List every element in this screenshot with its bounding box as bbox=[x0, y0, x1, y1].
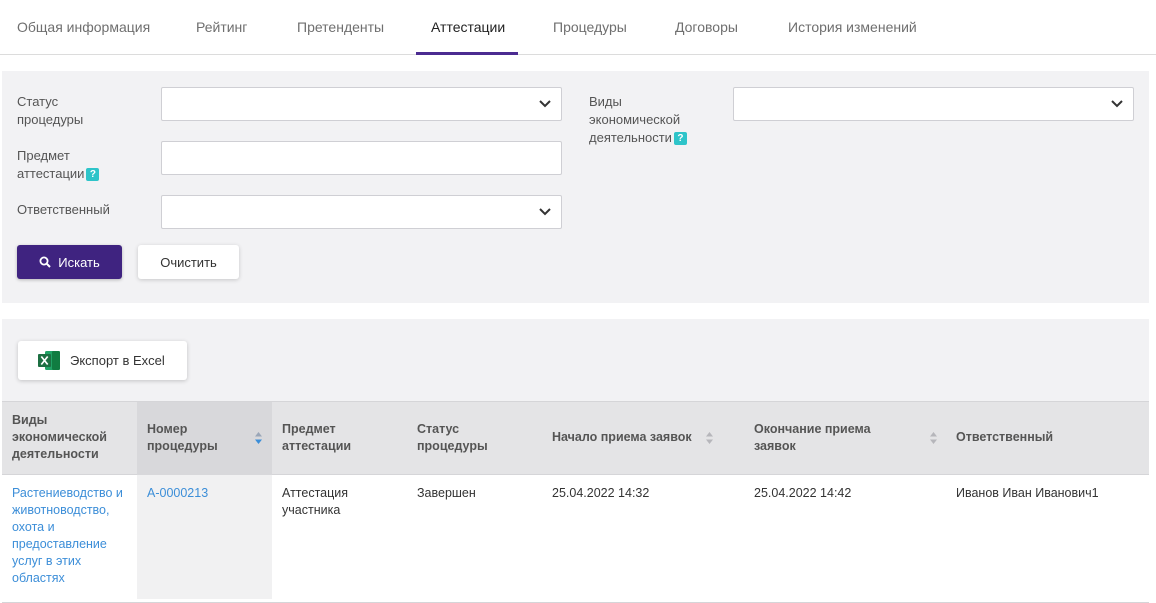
chevron-down-icon bbox=[1111, 100, 1123, 108]
status-filter-label: Статус процедуры bbox=[17, 94, 84, 127]
tab-change-history[interactable]: История изменений bbox=[788, 19, 917, 35]
column-header-subject[interactable]: Предмет аттестации bbox=[282, 421, 382, 455]
row-responsible: Иванов Иван Иванович1 bbox=[956, 486, 1099, 500]
tab-attestations[interactable]: Аттестации bbox=[431, 19, 505, 35]
search-icon bbox=[39, 256, 51, 268]
sort-icon[interactable] bbox=[930, 432, 937, 444]
row-start: 25.04.2022 14:32 bbox=[552, 486, 650, 500]
table-header: Виды экономической деятельности Номер пр… bbox=[2, 401, 1149, 476]
column-header-activity[interactable]: Виды экономической деятельности bbox=[12, 412, 127, 463]
subject-filter-label: Предмет аттестации? bbox=[17, 147, 117, 183]
row-activity-link[interactable]: Растениеводство и животноводство, охота … bbox=[12, 485, 130, 587]
column-header-status[interactable]: Статус процедуры bbox=[417, 421, 517, 455]
help-icon[interactable]: ? bbox=[673, 132, 687, 145]
tab-contracts[interactable]: Договоры bbox=[675, 19, 738, 35]
excel-icon bbox=[38, 351, 60, 370]
responsible-filter-label: Ответственный bbox=[17, 202, 110, 217]
help-icon[interactable]: ? bbox=[86, 168, 100, 181]
chevron-down-icon bbox=[539, 208, 551, 216]
clear-button-label: Очистить bbox=[160, 254, 217, 270]
responsible-select[interactable] bbox=[161, 195, 562, 229]
status-select[interactable] bbox=[161, 87, 562, 121]
export-excel-button[interactable]: Экспорт в Excel bbox=[18, 341, 187, 380]
column-header-number[interactable]: Номер процедуры bbox=[147, 421, 237, 455]
tab-rating[interactable]: Рейтинг bbox=[196, 19, 247, 35]
row-number-link[interactable]: А-0000213 bbox=[147, 485, 208, 502]
sort-icon[interactable] bbox=[255, 432, 262, 444]
tab-applicants[interactable]: Претенденты bbox=[297, 19, 384, 35]
chevron-down-icon bbox=[539, 100, 551, 108]
subject-input[interactable] bbox=[161, 141, 562, 175]
filter-panel: Статус процедуры Предмет аттестации? Отв… bbox=[2, 71, 1149, 303]
column-header-start[interactable]: Начало приема заявок bbox=[552, 429, 712, 446]
results-panel: Экспорт в Excel Виды экономической деяте… bbox=[2, 319, 1149, 603]
subject-filter-label-text: Предмет аттестации bbox=[17, 148, 85, 181]
clear-button[interactable]: Очистить bbox=[138, 245, 239, 279]
activity-filter-label: Виды экономической деятельности? bbox=[589, 93, 699, 147]
search-button[interactable]: Искать bbox=[17, 245, 122, 279]
export-excel-label: Экспорт в Excel bbox=[70, 353, 165, 368]
tab-procedures[interactable]: Процедуры bbox=[553, 19, 627, 35]
table-row: Растениеводство и животноводство, охота … bbox=[2, 475, 1149, 603]
row-status: Завершен bbox=[417, 486, 476, 500]
search-button-label: Искать bbox=[58, 254, 100, 270]
active-tab-indicator bbox=[416, 52, 518, 55]
activity-filter-label-text: Виды экономической деятельности bbox=[589, 94, 681, 145]
column-header-responsible[interactable]: Ответственный bbox=[956, 429, 1116, 446]
row-subject: Аттестация участника bbox=[282, 486, 349, 517]
row-end: 25.04.2022 14:42 bbox=[754, 486, 852, 500]
activity-select[interactable] bbox=[733, 87, 1134, 121]
sort-icon[interactable] bbox=[706, 432, 713, 444]
column-header-end[interactable]: Окончание приема заявок bbox=[754, 421, 899, 455]
tab-bar: Общая информация Рейтинг Претенденты Атт… bbox=[0, 0, 1156, 55]
tab-general-info[interactable]: Общая информация bbox=[17, 19, 150, 35]
